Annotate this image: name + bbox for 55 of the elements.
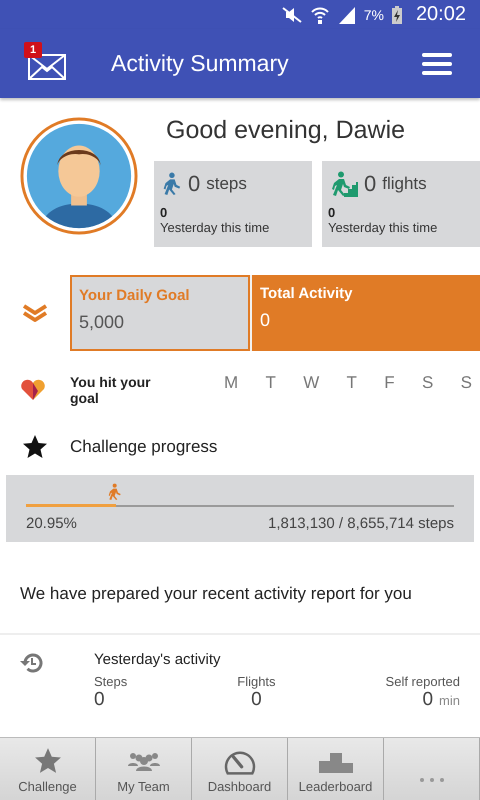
- metric-value: 0: [251, 688, 262, 710]
- stat-value: 0: [188, 171, 200, 198]
- report-message: We have prepared your recent activity report for you: [19, 582, 413, 605]
- total-value: 0: [260, 310, 272, 332]
- stat-unit: flights: [382, 174, 427, 194]
- nav-tab[interactable]: Dashboard: [192, 738, 288, 800]
- walking-icon: [106, 482, 122, 501]
- avatar-icon: [20, 116, 138, 236]
- stat-caption: Yesterday this time: [160, 220, 270, 236]
- mute-icon: [282, 6, 302, 23]
- mail-button[interactable]: 1: [24, 42, 68, 86]
- envelope-icon: [28, 54, 66, 80]
- metric-label: Flights: [237, 674, 276, 689]
- metric-value: 0: [422, 688, 434, 710]
- heart-icon: [20, 378, 46, 401]
- yesterday-title: Yesterday's activity: [94, 650, 222, 668]
- unread-badge: 1: [24, 42, 42, 58]
- goal-hit-label: You hit your goal: [70, 374, 152, 406]
- battery-icon: [392, 6, 402, 24]
- progress-reading: 1,813,130 / 8,655,714 steps: [268, 514, 454, 532]
- weekday-label: T: [265, 372, 276, 393]
- clock: 20:02: [416, 3, 466, 26]
- weekday-label: F: [384, 372, 395, 393]
- signal-icon: [338, 6, 356, 24]
- nav-tab[interactable]: Leaderboard: [288, 738, 384, 800]
- weekday-label: S: [422, 372, 434, 393]
- yesterday-value: 0: [328, 205, 336, 220]
- metric-label: Steps: [94, 674, 128, 689]
- challenge-title: Challenge progress: [70, 437, 218, 458]
- goal-label: Your Daily Goal: [79, 287, 191, 304]
- wifi-icon: [310, 6, 330, 24]
- nav-tab[interactable]: My Team: [96, 738, 192, 800]
- progress-percent: 20.95%: [26, 514, 77, 532]
- metric-unit: min: [439, 692, 460, 708]
- double-chevron-icon: [22, 302, 48, 324]
- metric-value: 0: [94, 688, 105, 710]
- goal-value: 5,000: [79, 312, 126, 334]
- weekday-label: T: [346, 372, 357, 393]
- total-label: Total Activity: [260, 285, 354, 302]
- history-icon: [20, 650, 44, 675]
- weekday-label: M: [224, 372, 238, 393]
- greeting-text: Good evening, Dawie: [166, 116, 406, 146]
- star-icon: [22, 434, 48, 460]
- stat-unit: steps: [206, 174, 247, 194]
- stat-caption: Yesterday this time: [328, 220, 438, 236]
- menu-icon[interactable]: [422, 52, 452, 75]
- yesterday-value: 0: [160, 205, 168, 220]
- dots-icon: [420, 778, 444, 782]
- metric-label: Self reported: [386, 674, 460, 689]
- battery-percent: 7%: [364, 6, 384, 23]
- screen-title: Activity Summary: [111, 50, 290, 78]
- nav-tab[interactable]: Challenge: [0, 738, 96, 800]
- stat-value: 0: [364, 171, 376, 198]
- weekday-label: W: [303, 372, 320, 393]
- weekday-label: S: [460, 372, 472, 393]
